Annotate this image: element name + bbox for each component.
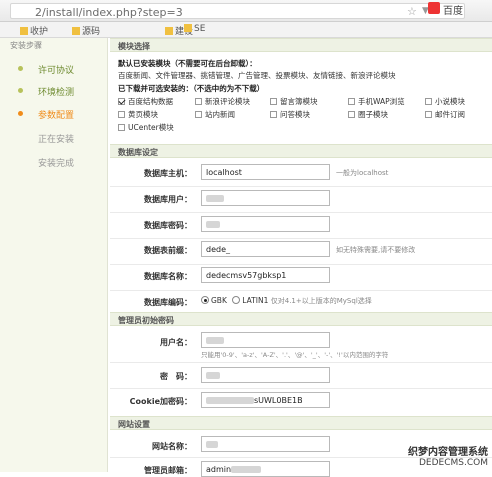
checkbox-icon[interactable] [118,124,125,131]
step-complete: 安装完成 [0,153,108,173]
step-license: 许可协议 [0,60,108,80]
checkbox-icon[interactable] [118,111,125,118]
sidebar-title: 安装步骤 [10,40,42,51]
watermark: 织梦内容管理系统 DEDECMS.COM [408,443,488,468]
module-checkbox[interactable]: 小说模块 [425,96,465,107]
checkbox-icon[interactable] [195,98,202,105]
admin-username-input[interactable] [201,332,330,348]
site-name-label: 网站名称： [110,441,192,452]
admin-username-label: 用户名： [110,337,192,348]
cookie-key-input[interactable]: sUWL0BE1B [201,392,330,408]
site-name-input[interactable] [201,436,330,452]
db-host-hint: 一般为localhost [336,168,388,178]
module-checkbox[interactable]: 圈子模块 [348,109,388,120]
checkbox-icon[interactable] [348,111,355,118]
module-checkbox[interactable]: 百度结构数据 [118,96,173,107]
module-checkbox[interactable]: 手机WAP浏览 [348,96,405,107]
address-text[interactable]: 2/install/index.php?step=3 [35,6,183,19]
installed-modules-list: 百度新闻、文件管理器、挑错管理、广告管理、投票模块、友情链接、新浪评论模块 [118,70,396,81]
redacted-value [206,372,220,379]
module-checkbox[interactable]: UCenter模块 [118,122,174,133]
db-password-label: 数据库密码： [110,220,192,231]
browser-toolbar: 2/install/index.php?step=3 ☆ ▼ 百度 [0,0,492,22]
checkbox-icon[interactable] [425,111,432,118]
baidu-logo-icon[interactable] [428,2,440,14]
charset-options: GBK LATIN1 仅对4.1+以上版本的MySql选择 [201,296,372,306]
module-checkbox[interactable]: 站内新闻 [195,109,235,120]
folder-icon [184,24,192,32]
db-prefix-hint: 如无特殊需要,请不要修改 [336,245,415,255]
optional-modules-title: 已下载并可选安装的：（不选中的为不下载） [118,83,264,94]
step-dot-icon [18,111,23,116]
folder-icon [165,27,173,35]
module-checkbox[interactable]: 新浪评论模块 [195,96,250,107]
db-host-input[interactable] [201,164,330,180]
install-steps-sidebar: 安装步骤 许可协议 环境检测 参数配置 正在安装 安装完成 [0,38,108,472]
checkbox-checked-icon[interactable] [118,98,125,105]
bookmark-item[interactable]: 源码 [72,24,100,37]
db-user-input[interactable] [201,190,330,206]
checkbox-icon[interactable] [425,98,432,105]
folder-icon [20,27,28,35]
db-password-input[interactable] [201,216,330,232]
installed-modules-title: 默认已安装模块（不需要可在后台卸载）： [118,58,257,69]
bookmark-item[interactable]: 收护 [20,24,48,37]
bookmarks-bar: 收护 源码 建设 SE [0,22,492,38]
radio-checked-icon[interactable] [201,296,209,304]
step-config: 参数配置 [0,105,108,125]
checkbox-icon[interactable] [348,98,355,105]
config-form: 模块选择 默认已安装模块（不需要可在后台卸载）： 百度新闻、文件管理器、挑错管理… [110,38,492,472]
radio-icon[interactable] [232,296,240,304]
checkbox-icon[interactable] [270,98,277,105]
redacted-value [206,195,224,202]
search-engine-label[interactable]: 百度 [443,2,463,17]
checkbox-icon[interactable] [270,111,277,118]
redacted-value [206,337,224,344]
star-icon[interactable]: ☆ [407,5,417,18]
db-user-label: 数据库用户： [110,194,192,205]
redacted-value [206,441,218,448]
cookie-key-label: Cookie加密码： [110,396,192,407]
module-checkbox[interactable]: 问答模块 [270,109,310,120]
db-charset-label: 数据库编码： [110,297,192,308]
db-host-label: 数据库主机： [110,168,192,179]
admin-email-input[interactable]: admin [201,461,330,477]
section-modules-header: 模块选择 [110,38,492,52]
redacted-value [206,397,254,404]
step-dot-icon [18,88,23,93]
step-installing: 正在安装 [0,129,108,149]
db-prefix-label: 数据表前缀： [110,245,192,256]
section-database-header: 数据库设定 [110,144,492,158]
admin-password-label: 密 码： [110,371,192,382]
section-site-header: 网站设置 [110,416,492,430]
step-env-check: 环境检测 [0,82,108,102]
admin-username-hint: 只能用'0-9'、'a-z'、'A-Z'、'.'、'@'、'_'、'-'、'!'… [201,349,388,359]
step-dot-icon [18,66,23,71]
redacted-value [206,221,220,228]
address-bar[interactable]: 2/install/index.php?step=3 ☆ ▼ [10,3,465,19]
admin-password-input[interactable] [201,367,330,383]
admin-email-label: 管理员邮箱： [110,465,192,476]
checkbox-icon[interactable] [195,111,202,118]
db-name-input[interactable] [201,267,330,283]
db-name-label: 数据库名称： [110,271,192,282]
module-checkbox[interactable]: 留言簿模块 [270,96,318,107]
bookmark-item[interactable]: SE [184,24,205,34]
module-checkbox[interactable]: 邮件订阅 [425,109,465,120]
folder-icon [72,27,80,35]
db-prefix-input[interactable] [201,241,330,257]
module-checkbox[interactable]: 黄页模块 [118,109,158,120]
section-admin-header: 管理员初始密码 [110,312,492,326]
